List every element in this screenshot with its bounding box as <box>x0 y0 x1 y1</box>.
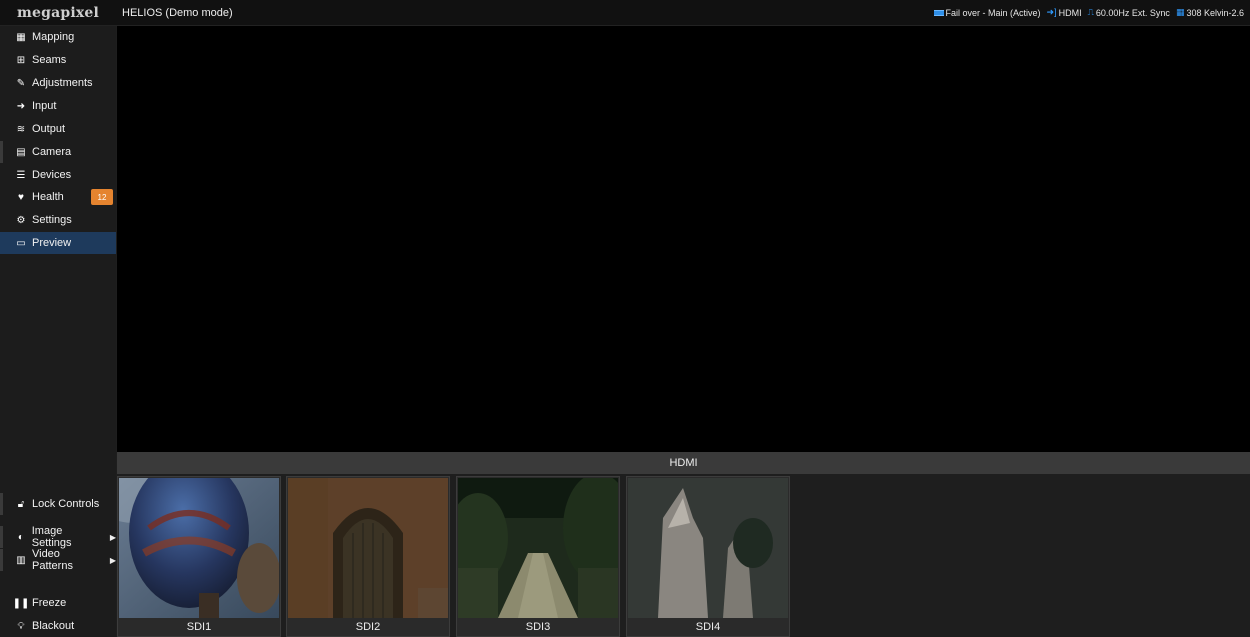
thumbnail-image <box>288 478 448 618</box>
sidebar-item-output[interactable]: ≋ Output <box>0 118 116 140</box>
thumbnail-image <box>628 478 788 618</box>
preview-source-bar: HDMI <box>117 452 1250 474</box>
heartbeat-icon: ♥ <box>18 191 24 203</box>
sidebar: ▦ Mapping ⊞ Seams ✎ Adjustments ➜ Input … <box>0 26 116 637</box>
sidebar-item-label: Preview <box>32 237 72 249</box>
sidebar-item-label: Seams <box>32 54 67 66</box>
film-icon: ▤ <box>16 146 26 158</box>
thumbnail-sdi2[interactable]: SDI2 <box>286 476 450 637</box>
server-icon <box>933 9 944 16</box>
thumbnail-label: SDI3 <box>457 618 619 636</box>
thermometer-icon: ▦ <box>1175 7 1185 17</box>
top-bar: megapixel HELIOS (Demo mode) Fail over -… <box>0 0 1250 26</box>
blackout-button[interactable]: 💡︎ Blackout <box>0 615 116 637</box>
thumbnail-image <box>119 478 279 618</box>
temperature-status: ▦ 308 Kelvin-2.6 <box>1176 7 1244 18</box>
sidebar-item-settings[interactable]: ⚙ Settings <box>0 209 116 231</box>
video-patterns-menu[interactable]: ▥ Video Patterns ▶ <box>0 548 116 572</box>
thumbnail-label: SDI2 <box>287 618 449 636</box>
sidebar-item-label: Mapping <box>32 31 75 43</box>
sidebar-item-label: Health <box>32 191 64 203</box>
sync-status: ⎍ 60.00Hz Ext. Sync <box>1088 7 1170 18</box>
lightbulb-icon: 💡︎ <box>17 620 25 632</box>
sidebar-item-input[interactable]: ➜ Input <box>0 95 116 117</box>
sidebar-item-label: Adjustments <box>32 77 93 89</box>
pause-icon: ❚❚ <box>12 597 30 609</box>
freeze-button[interactable]: ❚❚ Freeze <box>0 592 116 614</box>
thumbnail-label: SDI4 <box>627 618 789 636</box>
sliders-icon: ≋ <box>16 123 26 135</box>
unlock-icon: 🔓︎ <box>17 498 25 510</box>
sidebar-item-label: Devices <box>32 169 72 181</box>
preview-canvas <box>117 26 1250 452</box>
sidebar-item-label: Output <box>32 123 66 135</box>
blackout-label: Blackout <box>32 620 75 632</box>
list-icon: ☰ <box>16 169 26 181</box>
sync-wave-icon: ⎍ <box>1087 7 1094 17</box>
plus-square-icon: ⊞ <box>16 54 26 66</box>
sidebar-item-mapping[interactable]: ▦ Mapping <box>0 26 116 48</box>
video-patterns-label: Video Patterns <box>31 548 73 572</box>
sidebar-item-label: Input <box>32 100 57 112</box>
health-badge: 12 <box>91 189 113 205</box>
sign-in-icon: ➜] <box>1046 7 1057 17</box>
status-bar: Fail over - Main (Active) ➜] HDMI ⎍ 60.0… <box>933 7 1244 18</box>
lock-controls-button[interactable]: 🔓︎ Lock Controls <box>0 493 116 515</box>
freeze-label: Freeze <box>32 597 67 609</box>
thumbnail-sdi3[interactable]: SDI3 <box>456 476 620 637</box>
sidebar-item-label: Settings <box>32 214 72 226</box>
preview-source-label: HDMI <box>669 457 698 469</box>
thumbnail-sdi1[interactable]: SDI1 <box>117 476 281 637</box>
sidebar-item-preview[interactable]: ▭ Preview <box>0 232 116 254</box>
app-title: HELIOS (Demo mode) <box>122 6 233 19</box>
image-settings-menu[interactable]: ◐ Image Settings ▶ <box>0 525 116 549</box>
thumbnail-image <box>458 478 618 618</box>
monitor-icon: ▭ <box>16 237 26 249</box>
sidebar-item-camera[interactable]: ▤ Camera <box>0 141 116 163</box>
caret-right-icon: ▶ <box>109 532 116 542</box>
contrast-icon: ◐ <box>17 531 24 543</box>
image-settings-label: Image Settings <box>31 525 72 549</box>
sidebar-item-health[interactable]: ♥ Health 12 <box>0 186 116 208</box>
brush-icon: ✎ <box>16 77 26 89</box>
input-label: HDMI <box>1058 7 1082 18</box>
failover-status: Fail over - Main (Active) <box>933 7 1041 18</box>
lock-controls-label: Lock Controls <box>32 498 100 510</box>
grid-icon: ▦ <box>16 31 26 43</box>
thumbnail-label: SDI1 <box>118 618 280 636</box>
caret-right-icon: ▶ <box>109 555 116 565</box>
sidebar-item-label: Camera <box>32 146 72 158</box>
brand-logo: megapixel <box>16 4 100 21</box>
thumbnail-sdi4[interactable]: SDI4 <box>626 476 790 637</box>
sidebar-item-adjustments[interactable]: ✎ Adjustments <box>0 72 116 94</box>
input-status: ➜] HDMI <box>1047 7 1082 18</box>
sidebar-item-seams[interactable]: ⊞ Seams <box>0 49 116 71</box>
test-pattern-icon: ▥ <box>16 554 26 566</box>
sync-label: 60.00Hz Ext. Sync <box>1095 7 1170 18</box>
failover-label: Fail over - Main (Active) <box>945 7 1041 18</box>
temperature-label: 308 Kelvin-2.6 <box>1186 7 1244 18</box>
sign-in-icon: ➜ <box>16 100 26 112</box>
sidebar-item-devices[interactable]: ☰ Devices <box>0 164 116 186</box>
gears-icon: ⚙ <box>16 214 26 226</box>
